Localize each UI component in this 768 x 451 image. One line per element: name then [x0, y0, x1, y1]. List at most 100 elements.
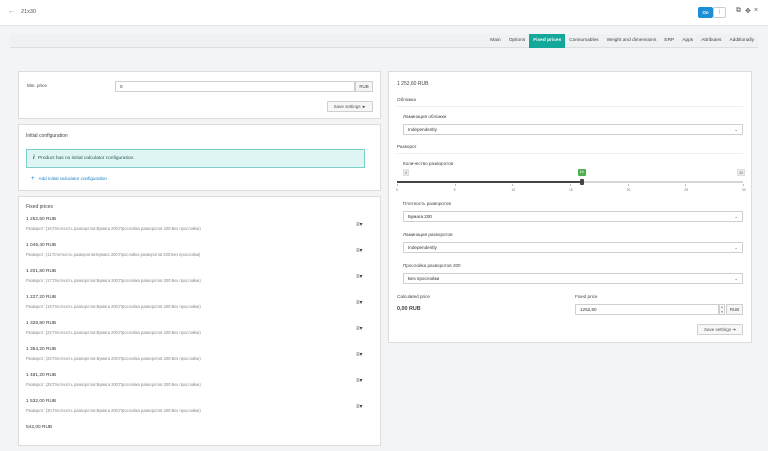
fixed-price-stepper[interactable]: ▲ ▼ [719, 304, 725, 315]
top-bar: ← 21x30 On | ⧉ ✥ × [0, 0, 768, 26]
arrow-right-icon: ► [361, 104, 367, 109]
row-menu-icon[interactable]: ≡▾ [356, 247, 363, 254]
fixed-price-description: Разворот: (22;Плотность разворотов:Бумаг… [26, 330, 201, 335]
slider-handle[interactable] [579, 179, 584, 185]
fixed-price-item: 542,00 RUB [26, 425, 365, 451]
min-price-unit: RUB [355, 81, 373, 92]
fixed-price-item: 1 049,40 RUB Разворот: (11;Плотность разв… [26, 243, 365, 269]
slider-tick-mark [512, 184, 514, 186]
chevron-down-icon: ⌄ [734, 276, 738, 281]
interlayer-select[interactable]: Без прослойки ⌄ [403, 273, 743, 284]
tab-additionally[interactable]: Additionally [725, 34, 758, 48]
tab-main[interactable]: Main [486, 34, 504, 48]
row-menu-icon[interactable]: ≡▾ [356, 273, 363, 280]
chevron-down-icon: ⌄ [734, 127, 738, 132]
arrow-left-icon[interactable]: ← [8, 8, 15, 15]
fixed-price-value: 542,00 RUB [26, 425, 53, 430]
slider-tick-label: 15 [569, 188, 573, 192]
initial-config-title: Initial configuration [26, 133, 68, 139]
tab-erp[interactable]: ERP [660, 34, 678, 48]
toggle-off-button[interactable]: | [713, 7, 726, 18]
chevron-down-icon: ⌄ [734, 214, 738, 219]
save-settings-label: Save settings [333, 104, 361, 109]
add-initial-config-link[interactable]: + Add initial calculator configuration [31, 176, 107, 182]
fixed-price-description: Разворот: (23;Плотность разворотов:Бумаг… [26, 356, 201, 361]
close-icon[interactable]: × [754, 7, 758, 14]
fixed-prices-panel: Fixed prices 1 252,60 RUB Разворот: (16;П… [18, 196, 381, 446]
spread-section-title: Разворот [397, 144, 417, 149]
initial-config-panel: Initial configuration i Product has no i… [18, 124, 381, 191]
slider-tick-label: 30 [742, 188, 746, 192]
plus-icon: + [31, 176, 35, 182]
fixed-price-description: Разворот: (16;Плотность разворотов:Бумаг… [26, 226, 201, 231]
editor-save-settings-label: Save settings [703, 327, 731, 332]
fixed-price-item: 1 328,80 RUB Разворот: (22;Плотность разв… [26, 321, 365, 347]
row-menu-icon[interactable]: ≡▾ [356, 221, 363, 228]
slider-tick-mark [454, 184, 456, 186]
cover-lamination-label: Ламинация обложки [403, 114, 447, 119]
fixed-price-value: 1 252,60 RUB [26, 217, 57, 222]
fixed-price-item: 1 532,00 RUB Разворот: (30;Плотность разв… [26, 399, 365, 425]
slider-value-label: 16 [577, 169, 586, 176]
fixed-price-item: 1 481,20 RUB Разворот: (28;Плотность разв… [26, 373, 365, 399]
tab-options[interactable]: Options [505, 34, 530, 48]
divider [397, 106, 743, 107]
spread-count-slider[interactable] [397, 179, 743, 185]
toggle-on-button[interactable]: On [698, 7, 713, 18]
cover-lamination-select[interactable]: Independently ⌄ [403, 124, 743, 135]
row-menu-icon[interactable]: ≡▾ [356, 299, 363, 306]
slider-min-label: 0 [403, 169, 410, 176]
tab-fixed-prices[interactable]: Fixed prices [529, 34, 566, 48]
spread-lamination-select[interactable]: Independently ⌄ [403, 242, 743, 253]
row-menu-icon[interactable]: ≡▾ [356, 325, 363, 332]
slider-tick-label: 20 [626, 188, 631, 192]
row-menu-icon[interactable]: ≡▾ [356, 351, 363, 358]
info-icon: i [33, 155, 35, 161]
fixed-price-item: 1 354,20 RUB Разворот: (23;Плотность разв… [26, 347, 365, 373]
slider-tick-label: 5 [453, 188, 456, 192]
fixed-prices-title: Fixed prices [26, 204, 53, 210]
row-menu-icon[interactable]: ≡▾ [356, 403, 363, 410]
fixed-price-description: Разворот: (28;Плотность разворотов:Бумаг… [26, 382, 201, 387]
move-icon[interactable]: ✥ [745, 7, 751, 15]
fixed-price-description: Разворот: (30;Плотность разворотов:Бумаг… [26, 408, 201, 413]
density-label: Плотность разворотов [403, 201, 451, 206]
density-value: Бумага 200 [408, 214, 432, 219]
add-initial-config-label: Add initial calculator configuration [38, 176, 107, 181]
calculated-price-value: 0,00 RUB [397, 306, 421, 312]
min-price-panel: Min. price RUB Save settings ► [18, 71, 381, 119]
slider-tick-mark [743, 184, 744, 186]
fixed-price-input[interactable] [575, 304, 719, 315]
slider-tick-label: 25 [684, 188, 689, 192]
fixed-price-description: Разворот: (17;Плотность разворотов:Бумаг… [26, 278, 201, 283]
divider [397, 153, 743, 154]
spread-lamination-value: Independently [408, 245, 437, 250]
fixed-price-value: 1 049,40 RUB [26, 243, 57, 248]
arrow-right-icon: ➔ [732, 327, 737, 332]
density-select[interactable]: Бумага 200 ⌄ [403, 211, 743, 222]
slider-tick-label: 0 [396, 188, 398, 192]
cover-section-title: Обложка [397, 97, 416, 102]
editor-total-price: 1 252,60 RUB [397, 81, 429, 87]
slider-fill [397, 181, 582, 183]
tab-weight-and-dimensions[interactable]: Weight and dimensions [603, 34, 661, 48]
spread-count-label: Количество разворотов [403, 161, 454, 166]
fixed-price-item: 1 227,20 RUB Разворот: (18;Плотность разв… [26, 295, 365, 321]
copy-icon[interactable]: ⧉ [736, 7, 741, 15]
slider-tick-mark [685, 184, 687, 186]
spread-lamination-label: Ламинация разворотов [403, 232, 453, 237]
fixed-price-value: 1 532,00 RUB [26, 399, 57, 404]
tab-consumables[interactable]: Consumables [565, 34, 602, 48]
min-price-input[interactable] [115, 81, 355, 92]
tab-attributes[interactable]: Attributes [697, 34, 725, 48]
fixed-price-description: Разворот: (11;Плотность разворотов:Бумаг… [26, 252, 201, 257]
fixed-price-item: 1 201,80 RUB Разворот: (17;Плотность разв… [26, 269, 365, 295]
tab-apps[interactable]: Apps [678, 34, 697, 48]
editor-save-settings-button[interactable]: Save settings ➔ [697, 324, 743, 335]
fixed-price-value: 1 227,20 RUB [26, 295, 57, 300]
initial-config-notice: i Product has no initial calculator conf… [26, 149, 365, 168]
row-menu-icon[interactable]: ≡▾ [356, 377, 363, 384]
page-title: 21x30 [21, 9, 36, 15]
save-settings-button[interactable]: Save settings ► [327, 101, 373, 112]
fixed-price-value: 1 328,80 RUB [26, 321, 57, 326]
